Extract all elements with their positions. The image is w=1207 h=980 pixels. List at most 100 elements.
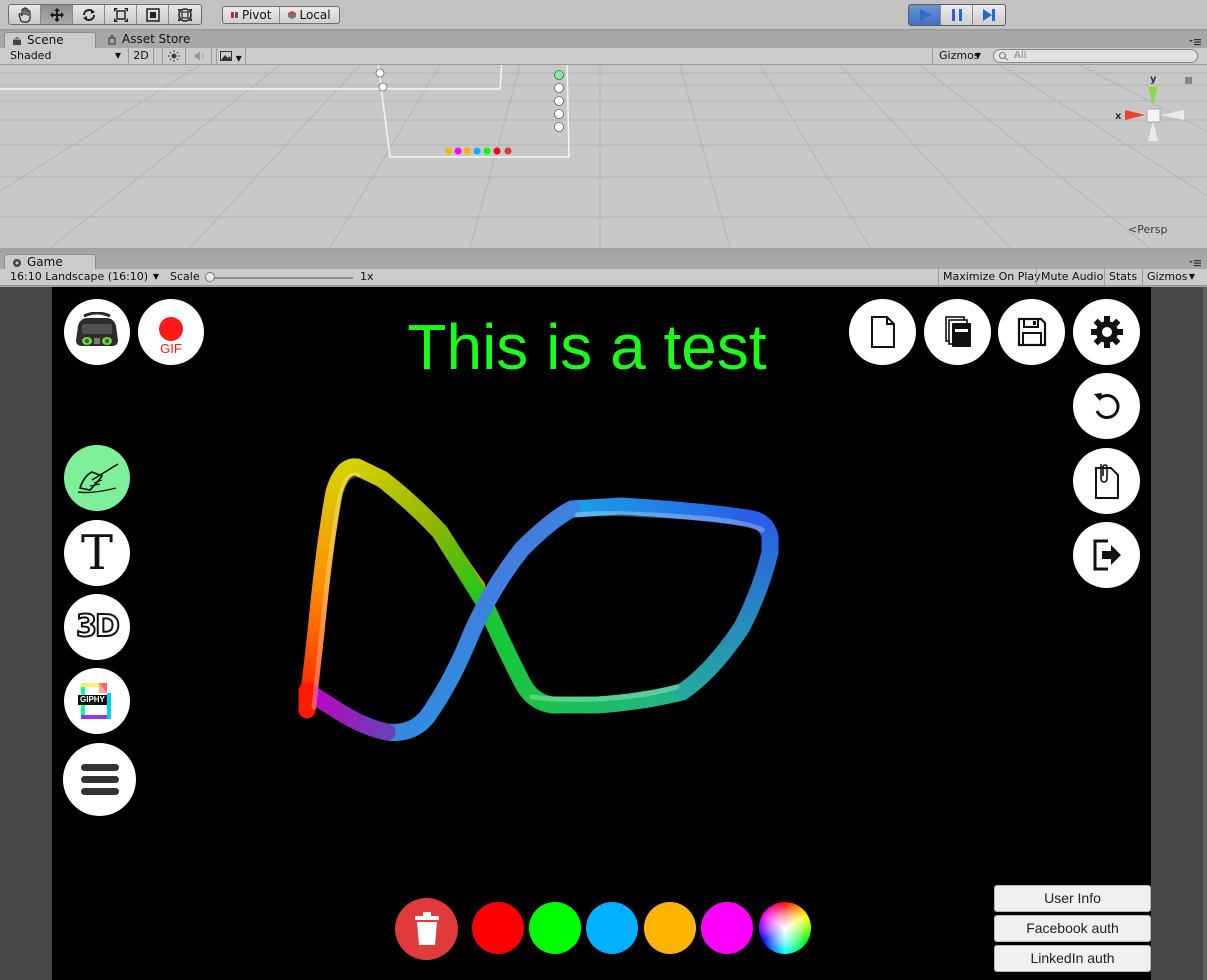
tab-game-label: Game <box>27 255 63 269</box>
move-tool-button[interactable] <box>41 5 73 24</box>
pause-icon <box>951 9 962 21</box>
hand-tool-button[interactable] <box>9 5 41 24</box>
play-icon <box>919 9 931 21</box>
stats-toggle[interactable]: Stats <box>1104 269 1141 286</box>
tab-scene-label: Scene <box>27 33 64 47</box>
speaker-icon <box>194 51 203 61</box>
gif-label: GIF <box>160 341 182 356</box>
panel-menu-icon[interactable] <box>1189 38 1201 46</box>
new-file-icon <box>870 316 895 348</box>
drawing-canvas[interactable] <box>52 287 1151 980</box>
maximize-on-play-toggle[interactable]: Maximize On Play <box>938 269 1045 286</box>
exit-icon <box>1093 539 1121 571</box>
settings-button[interactable] <box>1073 299 1140 365</box>
aspect-value: 16:10 Landscape (16:10) <box>10 270 149 283</box>
persp-label: Persp <box>1137 223 1168 236</box>
text-tool-button[interactable]: T <box>64 520 130 586</box>
scale-slider-thumb[interactable] <box>204 272 215 282</box>
local-button[interactable]: Local <box>280 7 338 23</box>
hierarchy-search-input[interactable]: All <box>993 49 1198 63</box>
transform-tools <box>8 4 202 25</box>
exit-button[interactable] <box>1073 522 1140 588</box>
color-swatch-green[interactable] <box>529 902 581 954</box>
pivot-icon <box>231 12 238 18</box>
local-label: Local <box>299 8 331 22</box>
open-files-icon <box>944 316 971 347</box>
tab-asset-store-label: Asset Store <box>122 32 191 46</box>
scene-tab-icon <box>13 37 21 45</box>
stats-label: Stats <box>1109 270 1138 283</box>
aspect-dropdown[interactable]: 16:10 Landscape (16:10) ▼ <box>4 270 162 285</box>
step-icon <box>983 9 995 21</box>
scene-gizmos-dropdown[interactable]: Gizmos ▼ <box>932 49 984 64</box>
facebook-auth-button[interactable]: Facebook auth <box>994 915 1151 942</box>
scene-gizmos-label: Gizmos <box>939 49 980 62</box>
rect-tool-button[interactable] <box>137 5 169 24</box>
image-icon <box>220 51 233 61</box>
save-button[interactable] <box>998 299 1065 365</box>
color-swatch-red[interactable] <box>472 902 524 954</box>
tab-asset-store[interactable]: Asset Store <box>100 32 198 48</box>
sun-icon <box>168 50 180 62</box>
vr-headset-button[interactable] <box>64 299 130 365</box>
color-swatch-orange[interactable] <box>644 902 696 954</box>
panel-menu-icon[interactable] <box>1189 259 1201 267</box>
pivot-toggle-group: Pivot Local <box>222 6 340 24</box>
game-viewport[interactable]: This is a test GIF T 3D GIPHY User Info … <box>52 287 1151 980</box>
game-tab-bar: Game <box>0 253 1207 270</box>
transform-icon <box>178 7 192 22</box>
rotate-icon <box>82 8 95 21</box>
chevron-down-icon: ▼ <box>114 51 121 60</box>
effects-dropdown[interactable]: ▼ <box>216 48 246 64</box>
asset-store-icon <box>108 35 116 45</box>
undo-button[interactable] <box>1073 373 1140 439</box>
shading-mode-dropdown[interactable]: Shaded ▼ <box>4 49 124 64</box>
chevron-down-icon: ▼ <box>235 54 242 63</box>
draw-tool-button[interactable] <box>64 445 130 511</box>
pivot-button[interactable]: Pivot <box>223 7 281 23</box>
delete-button[interactable] <box>395 898 458 960</box>
trash-icon <box>414 912 439 945</box>
persp-toggle[interactable]: <Persp <box>1128 223 1167 236</box>
new-file-button[interactable] <box>849 299 916 365</box>
giphy-label: GIPHY <box>78 695 107 705</box>
scene-viewport[interactable]: y x <Persp <box>0 65 1207 248</box>
audio-toggle-button[interactable] <box>188 48 212 64</box>
color-wheel-button[interactable] <box>759 902 811 954</box>
rotate-tool-button[interactable] <box>73 5 105 24</box>
record-gif-button[interactable]: GIF <box>138 299 204 365</box>
scene-control-bar: Shaded ▼ 2D ▼ Gizmos ▼ All <box>0 48 1207 65</box>
game-scrollbar[interactable] <box>1203 287 1207 980</box>
clipboard-button[interactable] <box>1073 448 1140 514</box>
orientation-gizmo[interactable]: y x <box>1115 74 1192 141</box>
menu-button[interactable] <box>63 743 136 816</box>
color-swatch-cyan[interactable] <box>586 902 638 954</box>
text-tool-icon: T <box>80 525 113 581</box>
user-info-button[interactable]: User Info <box>994 885 1151 912</box>
main-toolbar: Pivot Local <box>0 0 1207 30</box>
step-button[interactable] <box>973 5 1005 25</box>
scale-label: Scale <box>170 270 200 283</box>
open-files-button[interactable] <box>924 299 991 365</box>
mute-audio-toggle[interactable]: Mute Audio <box>1036 269 1107 286</box>
play-button[interactable] <box>909 5 941 25</box>
chevron-down-icon: ▼ <box>974 51 981 60</box>
lighting-toggle-button[interactable] <box>162 48 186 64</box>
giphy-button[interactable]: GIPHY <box>64 668 130 734</box>
3d-tool-button[interactable]: 3D <box>64 594 130 660</box>
canvas-title-text[interactable]: This is a test <box>342 307 832 387</box>
2d-toggle-button[interactable]: 2D <box>128 48 154 64</box>
gizmo-axis-y: y <box>1150 74 1157 85</box>
scale-slider-track[interactable] <box>205 277 353 279</box>
pause-button[interactable] <box>941 5 973 25</box>
game-gizmos-dropdown[interactable]: Gizmos ▼ <box>1142 269 1198 286</box>
tab-scene[interactable]: Scene <box>4 32 96 48</box>
color-swatch-magenta[interactable] <box>701 902 753 954</box>
transform-tool-button[interactable] <box>169 5 201 24</box>
search-placeholder: All <box>1014 50 1027 61</box>
record-dot-icon <box>159 317 183 341</box>
linkedin-auth-button[interactable]: LinkedIn auth <box>994 945 1151 972</box>
scale-tool-button[interactable] <box>105 5 137 24</box>
game-gizmos-label: Gizmos <box>1147 270 1188 283</box>
tab-game[interactable]: Game <box>4 254 96 270</box>
